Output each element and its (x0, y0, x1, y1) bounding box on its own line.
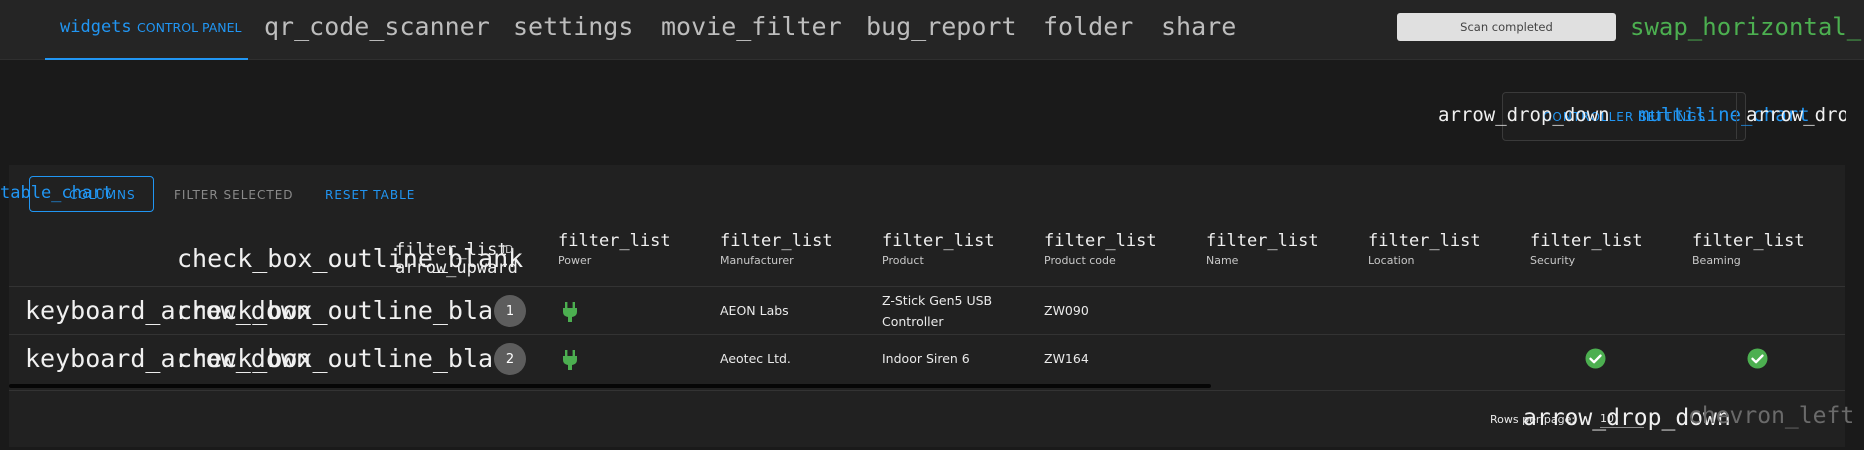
column-header-location[interactable]: filter_list Location (1368, 231, 1481, 267)
check-circle-icon (1585, 348, 1606, 369)
column-header-label: Manufacturer (720, 254, 794, 267)
row-divider (9, 286, 1845, 287)
column-header-label: Location (1368, 254, 1415, 267)
column-header-security[interactable]: filter_list Security (1530, 231, 1643, 267)
node-id-badge: 2 (494, 343, 526, 375)
bug-report-icon[interactable]: bug_report (866, 12, 1017, 41)
product-code-cell: ZW090 (1044, 303, 1089, 318)
node-id-badge: 1 (494, 295, 526, 327)
scan-status-badge: Scan completed (1397, 13, 1616, 41)
scan-status-text: Scan completed (1460, 20, 1553, 34)
column-header-beaming[interactable]: filter_list Beaming (1692, 231, 1805, 267)
widgets-icon: widgets (60, 17, 132, 37)
manufacturer-cell: Aeotec Ltd. (720, 351, 791, 366)
product-code-cell: ZW164 (1044, 351, 1089, 366)
row-checkbox-icon[interactable]: check_box_outline_blank (177, 296, 495, 325)
filter-list-icon[interactable]: filter_list (1530, 231, 1643, 251)
arrow-drop-down-icon[interactable]: arrow_drop_down (1746, 104, 1846, 126)
column-header-label: Product (882, 254, 924, 267)
settings-icon[interactable]: settings (513, 12, 633, 41)
row-checkbox-icon[interactable]: check_box_outline_blank (177, 344, 495, 373)
column-header-product-code[interactable]: filter_list Product code (1044, 231, 1157, 267)
movie-filter-icon[interactable]: movie_filter (661, 12, 842, 41)
arrow-drop-down-icon[interactable]: arrow_drop_down (1438, 104, 1610, 126)
column-header-power[interactable]: filter_list Power (558, 231, 671, 267)
product-cell-line2: Controller (882, 314, 944, 329)
chevron-left-icon[interactable]: chevron_left (1688, 403, 1864, 429)
table-chart-icon[interactable]: table_chart (0, 183, 113, 203)
horizontal-scrollbar[interactable] (9, 384, 1211, 388)
node-id-text: 1 (505, 303, 515, 319)
check-circle-icon (1747, 348, 1768, 369)
column-header-name[interactable]: filter_list Name (1206, 231, 1319, 267)
filter-selected-button[interactable]: FILTER SELECTED (174, 188, 294, 202)
share-icon[interactable]: share (1161, 12, 1236, 41)
row-divider (9, 390, 1845, 391)
swap-horizontal-icon[interactable]: swap_horizontal_ (1630, 13, 1861, 41)
column-header-product[interactable]: filter_list Product (882, 231, 995, 267)
reset-table-button[interactable]: RESET TABLE (325, 188, 415, 202)
filter-list-icon[interactable]: filter_list (1368, 231, 1481, 251)
column-header-label: Name (1206, 254, 1239, 267)
filter-list-icon[interactable]: filter_list (1044, 231, 1157, 251)
product-cell: Indoor Siren 6 (882, 351, 970, 366)
filter-list-icon[interactable]: filter_list (1206, 231, 1319, 251)
filter-list-icon[interactable]: filter_list (395, 240, 508, 260)
tab-control-panel-label[interactable]: CONTROL PANEL (137, 20, 242, 35)
filter-list-icon[interactable]: filter_list (558, 231, 671, 251)
filter-list-icon[interactable]: filter_list (720, 231, 833, 251)
power-icon (563, 302, 577, 322)
power-icon (563, 350, 577, 370)
product-cell: Z-Stick Gen5 USB (882, 293, 993, 308)
controller-divider (1736, 92, 1737, 139)
column-header-label: Beaming (1692, 254, 1741, 267)
column-header-manufacturer[interactable]: filter_list Manufacturer (720, 231, 833, 267)
row-divider (9, 334, 1845, 335)
node-id-text: 2 (505, 351, 515, 367)
manufacturer-cell: AEON Labs (720, 303, 789, 318)
column-header-id[interactable]: ID (502, 244, 513, 256)
filter-list-icon[interactable]: filter_list (882, 231, 995, 251)
filter-list-icon[interactable]: filter_list (1692, 231, 1805, 251)
column-header-label: Product code (1044, 254, 1116, 267)
column-header-label: Power (558, 254, 592, 267)
folder-icon[interactable]: folder (1043, 12, 1133, 41)
column-header-label: Security (1530, 254, 1576, 267)
arrow-upward-icon[interactable]: arrow_upward (395, 258, 518, 278)
qr-code-scanner-icon[interactable]: qr_code_scanner (264, 12, 490, 41)
